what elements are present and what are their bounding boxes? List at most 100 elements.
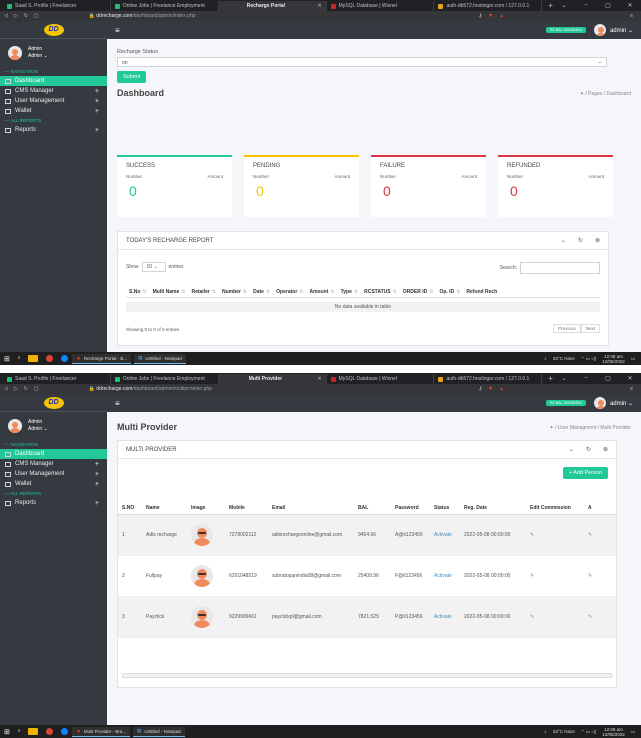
collapse-icon[interactable]: ⌄ bbox=[569, 446, 574, 453]
browser-tab[interactable]: auth-db572.hostinger.com / 127.0.0.1 bbox=[434, 374, 543, 384]
sidebar-item-dashboard[interactable]: Dashboard bbox=[0, 76, 107, 86]
search-icon[interactable]: ⌕ bbox=[18, 355, 21, 362]
entries-select[interactable]: 10 ⌄ bbox=[141, 262, 166, 272]
browser-tab[interactable]: MySQL Database | Wisnel bbox=[327, 1, 435, 11]
sidebar-item-users[interactable]: User Management + bbox=[0, 469, 107, 479]
browser-tab-active[interactable]: Recharge Portal ✕ bbox=[218, 1, 327, 11]
admin-menu[interactable]: admin ⌄ bbox=[610, 400, 633, 407]
taskbar-app-browser[interactable]: ▼ Multi Provider - Bra... bbox=[72, 726, 131, 737]
sidebar-item-cms[interactable]: CMS Manager + bbox=[0, 86, 107, 96]
search-input[interactable] bbox=[520, 262, 600, 274]
sidebar-item-wallet[interactable]: Wallet + bbox=[0, 106, 107, 116]
logo[interactable]: DD bbox=[0, 394, 107, 412]
chevron-down-icon[interactable]: ⌄ bbox=[553, 2, 575, 9]
edit-icon[interactable]: ✎ bbox=[526, 614, 584, 620]
browser-tab[interactable]: MySQL Database | Wisnel bbox=[327, 374, 435, 384]
activate-link[interactable]: Activate bbox=[430, 573, 460, 579]
next-button[interactable]: Next bbox=[580, 324, 600, 333]
taskbar-app-notepad[interactable]: ▤ Untitled - Notepad bbox=[133, 726, 185, 737]
refresh-icon[interactable]: ↻ bbox=[578, 237, 583, 244]
browser-tab[interactable]: auth-db572.hostinger.com / 127.0.0.1 bbox=[434, 1, 543, 11]
column-header[interactable]: Operator ⇅ bbox=[273, 289, 306, 295]
chrome-icon[interactable] bbox=[46, 355, 54, 362]
url-field[interactable]: 🔒 ddrecharge.com/dashboard/admin/multipr… bbox=[89, 386, 479, 392]
column-header[interactable]: ORDER ID ⇅ bbox=[400, 289, 437, 295]
close-icon[interactable]: ✕ bbox=[317, 3, 321, 9]
browser-tab[interactable]: Online Jobs | Freelance Employment bbox=[111, 374, 219, 384]
sidebar-item-reports[interactable]: Reports + bbox=[0, 125, 107, 135]
column-header[interactable]: Amount ⇅ bbox=[307, 289, 338, 295]
folder-icon[interactable] bbox=[28, 728, 39, 735]
minimize-icon[interactable]: – bbox=[575, 375, 597, 382]
browser-tab[interactable]: Online Jobs | Freelance Employment bbox=[111, 1, 219, 11]
refresh-icon[interactable]: ↻ bbox=[586, 446, 591, 453]
recharge-status-select[interactable]: on ⌄ bbox=[117, 57, 607, 67]
notification-icon[interactable]: ▭ bbox=[631, 729, 635, 735]
close-icon[interactable]: ⊗ bbox=[595, 237, 600, 244]
user-panel[interactable]: Admin Admin ⌄ bbox=[0, 39, 107, 67]
brave-icon[interactable]: ▼ bbox=[488, 386, 493, 392]
key-icon[interactable]: ⚷ bbox=[479, 386, 483, 392]
forward-icon[interactable]: ▷ bbox=[14, 386, 18, 392]
taskbar-app-browser[interactable]: ▼ Recharge Portal - B... bbox=[72, 353, 132, 364]
admin-menu[interactable]: admin ⌄ bbox=[610, 27, 633, 34]
tray-icons[interactable]: ⌃ ▭ ◁) bbox=[581, 356, 596, 362]
minimize-icon[interactable]: – bbox=[575, 2, 597, 9]
menu-icon[interactable]: ≡ bbox=[630, 386, 633, 392]
sidebar-item-cms[interactable]: CMS Manager + bbox=[0, 459, 107, 469]
edit-icon[interactable]: ✎ bbox=[584, 614, 604, 620]
browser-tab-active[interactable]: Multi Provider ✕ bbox=[218, 374, 327, 384]
close-icon[interactable]: ✕ bbox=[619, 2, 641, 9]
previous-button[interactable]: Previous bbox=[553, 324, 581, 333]
edit-icon[interactable]: ✎ bbox=[584, 573, 604, 579]
logo[interactable]: DD bbox=[0, 21, 107, 39]
add-person-button[interactable]: + Add Person bbox=[562, 467, 608, 479]
user-panel[interactable]: Admin Admin ⌄ bbox=[0, 412, 107, 440]
submit-button[interactable]: Submit bbox=[117, 71, 147, 83]
windows-icon[interactable]: ⊞ bbox=[4, 355, 10, 363]
activate-link[interactable]: Activate bbox=[430, 614, 460, 620]
column-header[interactable]: Op. ID ⇅ bbox=[436, 289, 463, 295]
activate-link[interactable]: Activate bbox=[430, 532, 460, 538]
chrome-icon[interactable] bbox=[46, 728, 54, 735]
browser-tab[interactable]: Saad S. Profile | Freelancer bbox=[3, 374, 111, 384]
url-field[interactable]: 🔒 ddrecharge.com/dashboard/admin/index.p… bbox=[89, 13, 479, 19]
back-icon[interactable]: ◁ bbox=[4, 13, 8, 19]
windows-icon[interactable]: ⊞ bbox=[4, 728, 10, 736]
column-header[interactable]: RCSTATUS ⇅ bbox=[361, 289, 400, 295]
sidebar-item-wallet[interactable]: Wallet + bbox=[0, 479, 107, 489]
close-icon[interactable]: ✕ bbox=[619, 375, 641, 382]
column-header[interactable]: Multi Name ⇅ bbox=[150, 289, 189, 295]
close-icon[interactable]: ⊗ bbox=[603, 446, 608, 453]
edge-icon[interactable] bbox=[61, 355, 69, 362]
column-header[interactable]: S.No ⇅ bbox=[126, 289, 150, 295]
brave-icon[interactable]: ▼ bbox=[488, 13, 493, 19]
close-icon[interactable]: ✕ bbox=[317, 376, 321, 382]
maximize-icon[interactable]: ▢ bbox=[597, 2, 619, 9]
column-header[interactable]: Date ⇅ bbox=[250, 289, 273, 295]
sidebar-item-users[interactable]: User Management + bbox=[0, 96, 107, 106]
forward-icon[interactable]: ▷ bbox=[14, 13, 18, 19]
avatar[interactable] bbox=[593, 24, 606, 36]
edit-icon[interactable]: ✎ bbox=[526, 532, 584, 538]
hamburger-icon[interactable]: ≡ bbox=[115, 26, 120, 35]
column-header[interactable]: Refund Rech bbox=[463, 289, 500, 295]
column-header[interactable]: Number ⇅ bbox=[219, 289, 250, 295]
search-icon[interactable]: ⌕ bbox=[18, 728, 21, 735]
bookmark-icon[interactable]: ▢ bbox=[34, 386, 39, 392]
chevron-down-icon[interactable]: ⌄ bbox=[553, 375, 575, 382]
sidebar-item-dashboard[interactable]: Dashboard bbox=[0, 449, 107, 459]
edit-icon[interactable]: ✎ bbox=[526, 573, 584, 579]
warning-icon[interactable]: ▲ bbox=[499, 386, 504, 392]
hamburger-icon[interactable]: ≡ bbox=[115, 399, 120, 408]
maximize-icon[interactable]: ▢ bbox=[597, 375, 619, 382]
bookmark-icon[interactable]: ▢ bbox=[34, 13, 39, 19]
sidebar-item-reports[interactable]: Reports + bbox=[0, 498, 107, 508]
notification-icon[interactable]: ▭ bbox=[631, 356, 635, 362]
menu-icon[interactable]: ≡ bbox=[630, 13, 633, 19]
browser-tab[interactable]: Saad S. Profile | Freelancer bbox=[3, 1, 111, 11]
horizontal-scrollbar[interactable] bbox=[122, 673, 612, 678]
folder-icon[interactable] bbox=[28, 355, 39, 362]
taskbar-app-notepad[interactable]: ▤ Untitled - Notepad bbox=[134, 353, 186, 364]
edge-icon[interactable] bbox=[61, 728, 69, 735]
